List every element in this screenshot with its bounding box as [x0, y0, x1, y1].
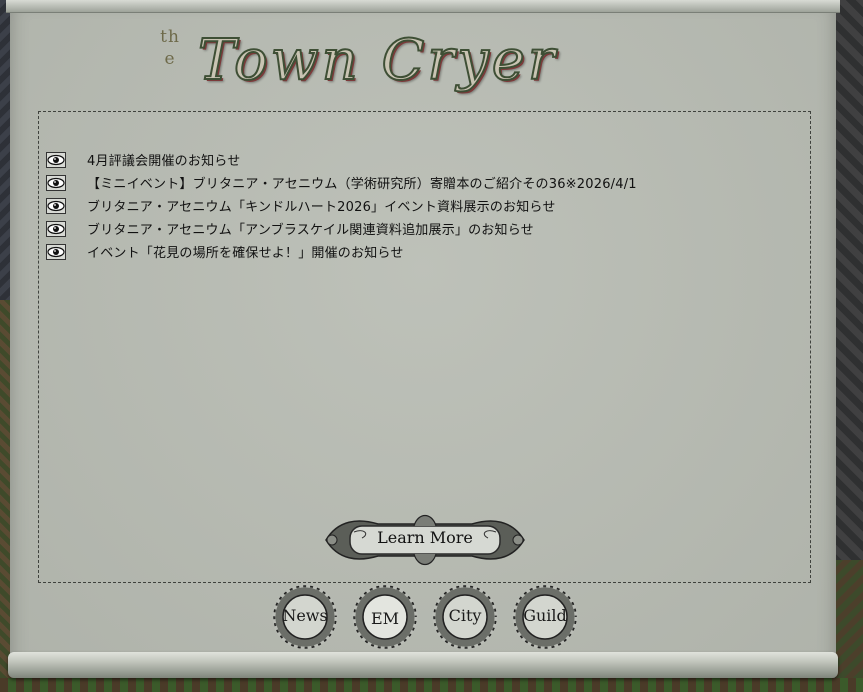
eye-icon[interactable] — [46, 151, 66, 168]
title-banner: the Town Cryer — [158, 22, 698, 104]
tab-em-label[interactable]: EM — [352, 609, 418, 628]
news-item-1[interactable]: 4月評議会開催のお知らせ — [46, 148, 637, 171]
eye-icon[interactable] — [46, 174, 66, 191]
title-prefix: the — [160, 27, 180, 69]
page-title: Town Cryer — [197, 27, 558, 94]
tab-city[interactable]: City — [432, 584, 498, 650]
tab-guild[interactable]: Guild — [512, 584, 578, 650]
scroll-top-rod — [6, 0, 840, 13]
tab-news[interactable]: News — [272, 584, 338, 650]
news-item-label[interactable]: イベント「花見の場所を確保せよ！」開催のお知らせ — [87, 242, 404, 261]
learn-more-button[interactable]: Learn More — [318, 506, 532, 574]
ground-texture-right — [835, 560, 863, 692]
world-edge-bottom — [0, 678, 863, 692]
news-item-label[interactable]: ブリタニア・アセニウム「キンドルハート2026」イベント資料展示のお知らせ — [87, 196, 556, 215]
news-item-label[interactable]: ブリタニア・アセニウム「アンブラスケイル関連資料追加展示」のお知らせ — [87, 219, 534, 238]
tab-em[interactable]: EM — [352, 584, 418, 650]
news-item-4[interactable]: ブリタニア・アセニウム「アンブラスケイル関連資料追加展示」のお知らせ — [46, 217, 637, 240]
news-list: 4月評議会開催のお知らせ 【ミニイベント】ブリタニア・アセニウム（学術研究所）寄… — [46, 148, 637, 263]
news-item-label[interactable]: 【ミニイベント】ブリタニア・アセニウム（学術研究所）寄贈本のご紹介その36※20… — [87, 173, 637, 192]
world-edge-right — [835, 0, 863, 692]
news-item-2[interactable]: 【ミニイベント】ブリタニア・アセニウム（学術研究所）寄贈本のご紹介その36※20… — [46, 171, 637, 194]
tab-guild-label[interactable]: Guild — [512, 606, 578, 625]
tab-city-label[interactable]: City — [432, 606, 498, 625]
news-item-label[interactable]: 4月評議会開催のお知らせ — [87, 150, 240, 169]
news-item-3[interactable]: ブリタニア・アセニウム「キンドルハート2026」イベント資料展示のお知らせ — [46, 194, 637, 217]
eye-icon[interactable] — [46, 220, 66, 237]
news-item-5[interactable]: イベント「花見の場所を確保せよ！」開催のお知らせ — [46, 240, 637, 263]
scroll-bottom-rod — [8, 652, 838, 678]
eye-icon[interactable] — [46, 197, 66, 214]
learn-more-label[interactable]: Learn More — [318, 528, 532, 547]
eye-icon[interactable] — [46, 243, 66, 260]
tab-news-label[interactable]: News — [272, 606, 338, 625]
